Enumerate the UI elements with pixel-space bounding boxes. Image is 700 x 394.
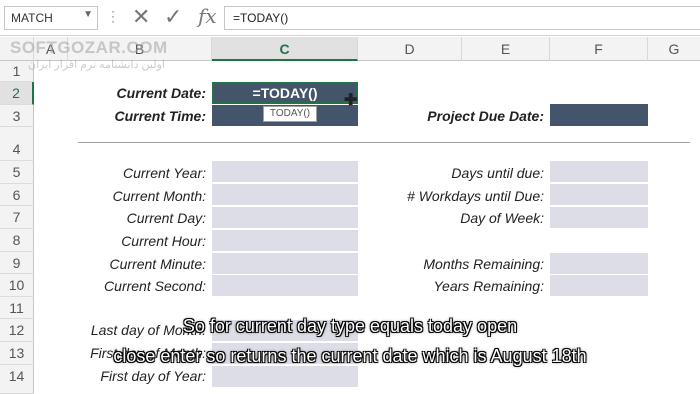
column-header-d[interactable]: D <box>358 37 462 61</box>
first-day-of-year-label: First day of Year: <box>100 368 206 384</box>
months-remaining-label: Months Remaining: <box>423 256 544 272</box>
project-due-date-cell[interactable] <box>550 104 648 126</box>
workdays-until-due-label: # Workdays until Due: <box>407 188 544 204</box>
row-header-7[interactable]: 7 <box>0 206 34 229</box>
more-icon: ⋮ <box>106 8 120 24</box>
current-date-label: Current Date: <box>116 85 206 101</box>
row-header-6[interactable]: 6 <box>0 184 34 206</box>
current-day-label: Current Day: <box>126 210 206 226</box>
formula-bar: MATCH ▼ ⋮ ✕ ✓ fx =TODAY() <box>0 0 700 36</box>
row-header-14[interactable]: 14 <box>0 365 34 394</box>
workdays-until-due-cell[interactable] <box>550 184 648 205</box>
close-icon[interactable]: ✕ <box>132 4 150 30</box>
row-header-2[interactable]: 2 <box>0 82 34 105</box>
current-hour-label: Current Hour: <box>121 233 206 249</box>
row-header-10[interactable]: 10 <box>0 274 34 297</box>
days-until-due-label: Days until due: <box>451 165 544 181</box>
row-header-8[interactable]: 8 <box>0 229 34 252</box>
current-minute-cell[interactable] <box>212 253 358 274</box>
row-header-4[interactable]: 4 <box>0 127 34 161</box>
name-box[interactable]: MATCH ▼ <box>4 6 98 30</box>
column-header-f[interactable]: F <box>550 37 648 61</box>
section-divider <box>78 142 690 143</box>
name-box-value: MATCH <box>11 11 53 25</box>
current-second-cell[interactable] <box>212 275 358 296</box>
function-icon[interactable]: fx <box>198 4 217 28</box>
check-icon[interactable]: ✓ <box>164 4 182 30</box>
current-date-cell[interactable]: =TODAY() <box>212 82 358 104</box>
subtitle-line-1: So for current day type equals today ope… <box>182 316 518 336</box>
function-tooltip: TODAY() <box>263 106 317 122</box>
days-until-due-cell[interactable] <box>550 161 648 182</box>
watermark-subline: اولین دانشنامه نرم افزار ایران <box>28 59 165 71</box>
formula-input[interactable]: =TODAY() <box>224 6 700 30</box>
current-year-label: Current Year: <box>122 165 206 181</box>
column-header-c[interactable]: C <box>212 37 358 61</box>
row-header-3[interactable]: 3 <box>0 105 34 127</box>
day-of-week-cell[interactable] <box>550 207 648 228</box>
first-day-of-year-cell[interactable] <box>212 366 358 387</box>
current-month-cell[interactable] <box>212 184 358 205</box>
formula-text: =TODAY() <box>233 11 289 25</box>
project-due-date-label: Project Due Date: <box>427 108 544 124</box>
current-month-label: Current Month: <box>112 188 206 204</box>
current-hour-cell[interactable] <box>212 230 358 251</box>
row-header-9[interactable]: 9 <box>0 252 34 274</box>
months-remaining-cell[interactable] <box>550 253 648 274</box>
years-remaining-label: Years Remaining: <box>433 278 544 294</box>
current-year-cell[interactable] <box>212 161 358 182</box>
watermark: SOFTGOZAR.COM <box>10 38 168 57</box>
day-of-week-label: Day of Week: <box>460 210 544 226</box>
column-header-g[interactable]: G <box>648 37 700 61</box>
current-minute-label: Current Minute: <box>109 256 206 272</box>
column-header-e[interactable]: E <box>462 37 550 61</box>
subtitle-line-2: close enter so returns the current date … <box>113 346 587 366</box>
crosshair-cursor-icon: ✚ <box>344 92 358 109</box>
current-time-label: Current Time: <box>114 108 206 124</box>
years-remaining-cell[interactable] <box>550 275 648 296</box>
chevron-down-icon[interactable]: ▼ <box>83 9 93 20</box>
row-header-5[interactable]: 5 <box>0 161 34 184</box>
current-second-label: Current Second: <box>104 278 206 294</box>
current-day-cell[interactable] <box>212 207 358 228</box>
